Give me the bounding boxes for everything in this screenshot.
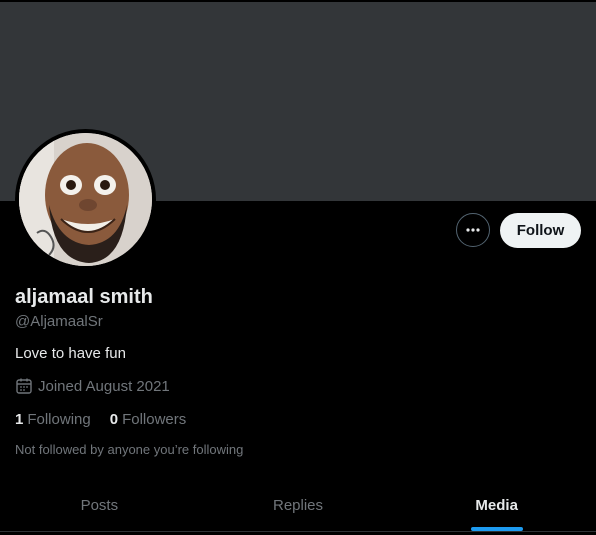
tab-label: Replies bbox=[272, 497, 324, 514]
more-dots-icon bbox=[466, 228, 480, 232]
active-tab-indicator bbox=[470, 527, 523, 531]
display-name: aljamaal smith bbox=[15, 286, 153, 308]
tab-replies[interactable]: Replies bbox=[199, 480, 398, 531]
tab-media[interactable]: Media bbox=[397, 480, 596, 531]
avatar-image bbox=[19, 133, 152, 266]
followers-count: 0 bbox=[109, 411, 119, 428]
calendar-icon bbox=[15, 377, 33, 395]
follow-button[interactable]: Follow bbox=[500, 213, 581, 248]
followers-link[interactable]: 0 Followers bbox=[110, 411, 187, 428]
following-label: Following bbox=[27, 411, 91, 428]
joined-text: Joined August 2021 bbox=[38, 377, 170, 395]
follow-stats: 1 Following 0 Followers bbox=[15, 411, 205, 428]
joined-date: Joined August 2021 bbox=[15, 377, 170, 395]
following-count: 1 bbox=[15, 411, 24, 428]
tab-label: Media bbox=[475, 497, 518, 514]
tab-posts[interactable]: Posts bbox=[0, 480, 199, 531]
user-handle: @AljamaalSr bbox=[15, 313, 103, 330]
followers-label: Followers bbox=[122, 411, 187, 428]
more-options-button[interactable] bbox=[456, 213, 490, 247]
tab-label: Posts bbox=[80, 497, 119, 514]
bio: Love to have fun bbox=[15, 345, 126, 362]
following-link[interactable]: 1 Following bbox=[15, 411, 91, 428]
profile-tabs: Posts Replies Media bbox=[0, 480, 596, 532]
followed-by-note: Not followed by anyone you’re following bbox=[15, 442, 244, 457]
avatar[interactable] bbox=[15, 129, 156, 270]
